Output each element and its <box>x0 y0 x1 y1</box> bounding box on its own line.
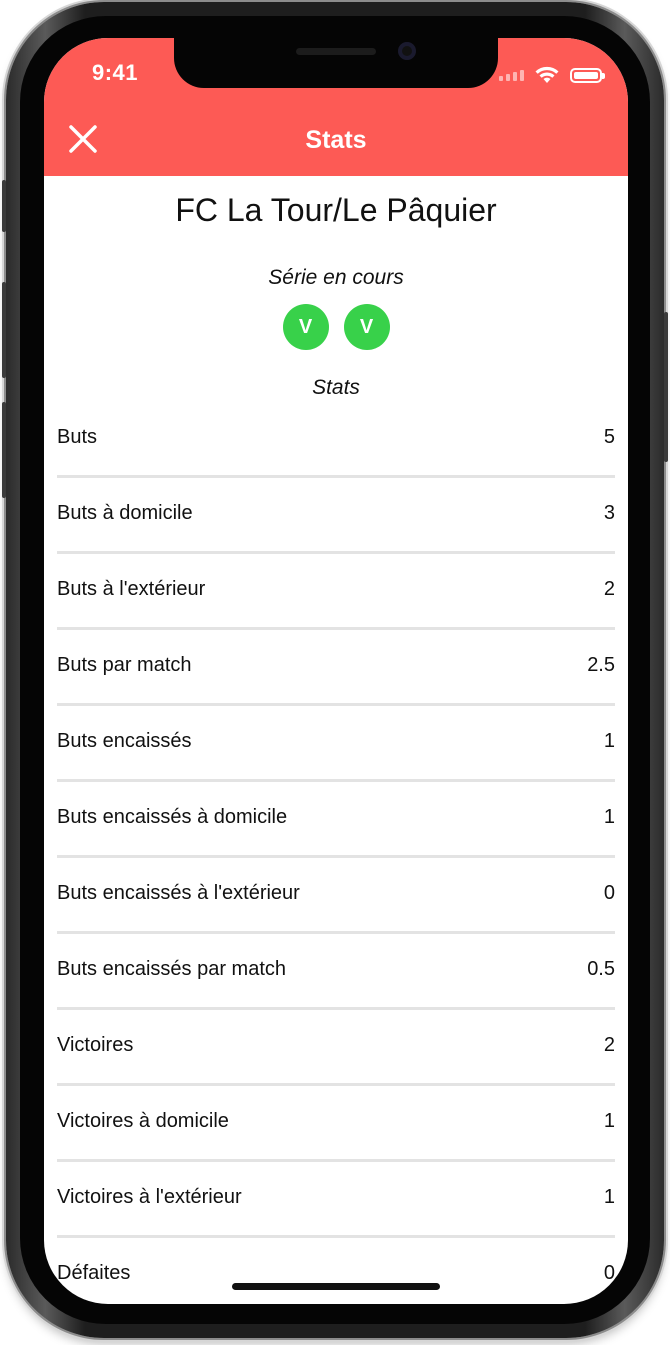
home-indicator[interactable] <box>232 1283 440 1290</box>
serie-label: Série en cours <box>268 266 404 289</box>
stat-value: 0.5 <box>587 958 615 980</box>
stat-row: Buts 5 <box>57 402 615 478</box>
stat-value: 2 <box>603 1034 615 1056</box>
mute-switch <box>2 180 6 232</box>
nav-title: Stats <box>305 126 367 154</box>
stat-value: 1 <box>603 806 615 828</box>
power-button <box>664 312 668 462</box>
stat-label: Buts par match <box>57 654 192 676</box>
stat-value: 3 <box>603 502 615 524</box>
stat-label: Buts à l'extérieur <box>57 578 206 600</box>
stat-value: 2 <box>603 578 615 600</box>
stat-value: 2.5 <box>587 654 615 676</box>
wifi-icon <box>535 66 559 83</box>
stat-row: Buts encaissés 1 <box>57 706 615 782</box>
stat-label: Victoires à domicile <box>57 1110 229 1132</box>
stat-value: 1 <box>603 1186 615 1208</box>
stat-label: Buts <box>57 426 98 448</box>
battery-icon <box>570 67 605 83</box>
screen: 9:41 Stats FC La Tour/Le Pâquier Série e… <box>44 38 628 1304</box>
stat-label: Buts encaissés <box>57 730 192 752</box>
notch <box>174 38 498 88</box>
stat-row: Buts à l'extérieur 2 <box>57 554 615 630</box>
stat-row: Victoires à domicile 1 <box>57 1086 615 1162</box>
result-badge: V <box>282 304 329 350</box>
stat-value: 0 <box>603 1262 615 1284</box>
volume-down-button <box>2 402 6 498</box>
stat-label: Victoires à l'extérieur <box>57 1186 242 1208</box>
stat-label: Buts encaissés par match <box>57 958 286 980</box>
speaker <box>296 48 376 55</box>
stat-label: Buts encaissés à domicile <box>57 806 288 828</box>
stat-row: Victoires à l'extérieur 1 <box>57 1162 615 1238</box>
result-badge: V <box>343 304 390 350</box>
stats-list: Buts 5 Buts à domicile 3 Buts à l'extérieu… <box>57 402 615 1304</box>
status-icons <box>499 66 605 84</box>
stats-content[interactable]: FC La Tour/Le Pâquier Série en cours V V… <box>44 176 628 1304</box>
stat-label: Défaites <box>57 1262 131 1284</box>
stats-section-label: Stats <box>312 376 360 399</box>
stat-row: Buts encaissés par match 0.5 <box>57 934 615 1010</box>
stat-value: 1 <box>603 1110 615 1132</box>
serie-results: V V <box>44 304 628 350</box>
stat-row: Buts à domicile 3 <box>57 478 615 554</box>
stat-row: Buts encaissés à l'extérieur 0 <box>57 858 615 934</box>
stat-row: Défaites 0 <box>57 1238 615 1304</box>
stat-label: Buts encaissés à l'extérieur <box>57 882 300 904</box>
status-time: 9:41 <box>92 60 139 85</box>
front-camera <box>398 42 416 60</box>
stat-label: Victoires <box>57 1034 134 1056</box>
stat-value: 0 <box>603 882 615 904</box>
volume-up-button <box>2 282 6 378</box>
team-name: FC La Tour/Le Pâquier <box>175 192 497 228</box>
signal-icon <box>499 69 524 81</box>
stat-label: Buts à domicile <box>57 502 193 524</box>
app-header: 9:41 Stats <box>44 38 628 176</box>
stat-value: 5 <box>603 426 615 448</box>
stat-row: Buts par match 2.5 <box>57 630 615 706</box>
stat-row: Buts encaissés à domicile 1 <box>57 782 615 858</box>
stat-value: 1 <box>603 730 615 752</box>
stat-row: Victoires 2 <box>57 1010 615 1086</box>
